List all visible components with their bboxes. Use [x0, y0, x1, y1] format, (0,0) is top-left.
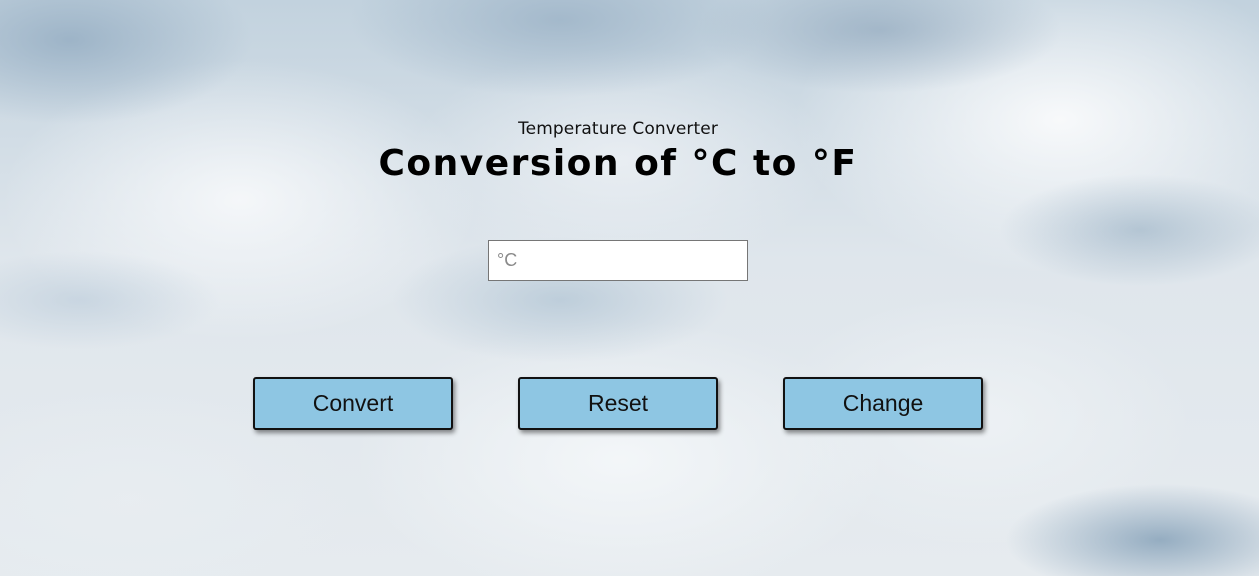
- page-title: Conversion of °C to °F: [378, 143, 858, 184]
- convert-button[interactable]: Convert: [253, 377, 453, 430]
- converter-panel: Temperature Converter Conversion of °C t…: [0, 0, 1259, 576]
- reset-button[interactable]: Reset: [518, 377, 718, 430]
- change-button[interactable]: Change: [783, 377, 983, 430]
- app-subtitle: Temperature Converter: [518, 119, 718, 139]
- celsius-input[interactable]: [488, 240, 748, 281]
